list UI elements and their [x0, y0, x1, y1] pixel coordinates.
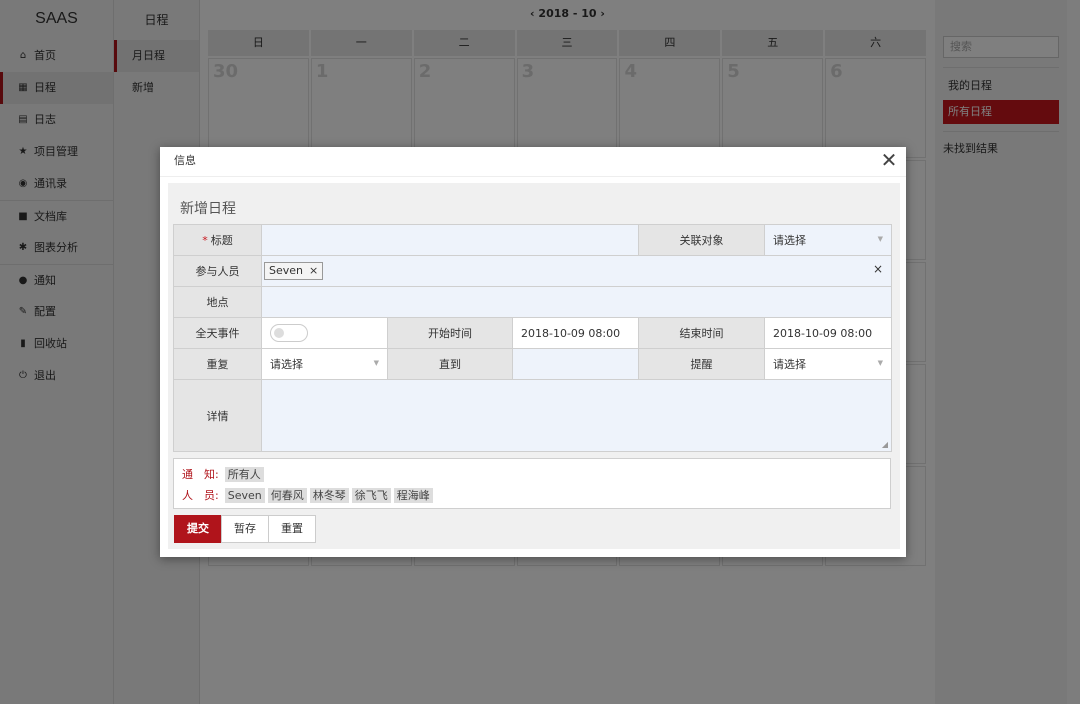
location-input[interactable] — [261, 286, 892, 318]
participants-label: 参与人员 — [173, 255, 262, 287]
related-label: 关联对象 — [638, 224, 765, 256]
person-chip[interactable]: Seven — [224, 488, 265, 503]
remove-tag-icon[interactable]: × — [309, 264, 318, 277]
title-label: * 标题 — [173, 224, 262, 256]
save-draft-button[interactable]: 暂存 — [221, 515, 269, 543]
new-schedule-modal: 信息 ✕ 新增日程 *标题 关联对象 请选择 ▼ 参与人员 Seven × × — [160, 147, 906, 557]
submit-button[interactable]: 提交 — [174, 515, 222, 543]
title-input[interactable] — [261, 224, 639, 256]
notify-line: 通 知: 所有人 — [182, 464, 882, 485]
form-row-details: 详情 ◢ — [173, 379, 892, 452]
participant-tag: Seven × — [264, 262, 324, 280]
people-label: 人 员: — [182, 489, 219, 502]
details-textarea[interactable]: ◢ — [261, 379, 892, 452]
required-mark: * — [202, 234, 208, 247]
repeat-value: 请选择 — [270, 358, 303, 371]
person-chip[interactable]: 程海峰 — [393, 488, 433, 503]
notify-chip[interactable]: 所有人 — [224, 467, 264, 482]
details-label: 详情 — [173, 379, 262, 452]
toggle-knob — [274, 328, 284, 338]
all-day-label: 全天事件 — [173, 317, 262, 349]
resize-handle-icon[interactable]: ◢ — [882, 440, 888, 449]
location-label: 地点 — [173, 286, 262, 318]
related-value: 请选择 — [773, 234, 806, 247]
modal-header: 信息 ✕ — [160, 147, 906, 177]
person-chip[interactable]: 何春风 — [267, 488, 307, 503]
until-input[interactable] — [512, 348, 639, 380]
form-row-participants: 参与人员 Seven × × — [173, 255, 892, 287]
start-time-input[interactable]: 2018-10-09 08:00 — [512, 317, 639, 349]
form-row-repeat: 重复 请选择 ▼ 直到 提醒 请选择 ▼ — [173, 348, 892, 380]
schedule-form: * 标题 关联对象 请选择 ▼ 参与人员 Seven × × 地点 全天事件 开始时间 — [173, 224, 892, 452]
form-actions: 提交 暂存 重置 — [174, 515, 316, 543]
modal-title: 信息 — [174, 154, 196, 167]
form-row-time: 全天事件 开始时间 2018-10-09 08:00 结束时间 2018-10-… — [173, 317, 892, 349]
person-chip[interactable]: 徐飞飞 — [351, 488, 391, 503]
end-label: 结束时间 — [638, 317, 765, 349]
start-label: 开始时间 — [387, 317, 513, 349]
form-row-title: * 标题 关联对象 请选择 ▼ — [173, 224, 892, 256]
people-line: 人 员: Seven 何春风 林冬琴 徐飞飞 程海峰 — [182, 485, 882, 506]
form-title: 新增日程 — [180, 201, 236, 217]
related-select[interactable]: 请选择 ▼ — [764, 224, 892, 256]
participant-tag-label: Seven — [269, 264, 303, 277]
notify-label: 通 知: — [182, 468, 219, 481]
chevron-down-icon: ▼ — [373, 359, 379, 367]
clear-participants-icon[interactable]: × — [873, 262, 883, 276]
reset-button[interactable]: 重置 — [268, 515, 316, 543]
title-label-text: 标题 — [210, 234, 233, 247]
form-row-location: 地点 — [173, 286, 892, 318]
person-chip[interactable]: 林冬琴 — [309, 488, 349, 503]
repeat-select[interactable]: 请选择 ▼ — [261, 348, 388, 380]
all-day-toggle[interactable] — [270, 324, 308, 342]
participants-input[interactable]: Seven × × — [261, 255, 892, 287]
modal-body: 新增日程 * 标题 关联对象 请选择 ▼ 参与人员 Seven × × 地点 全… — [168, 183, 900, 549]
repeat-label: 重复 — [173, 348, 262, 380]
until-label: 直到 — [387, 348, 513, 380]
notify-box: 通 知: 所有人 人 员: Seven 何春风 林冬琴 徐飞飞 程海峰 — [173, 458, 891, 509]
chevron-down-icon: ▼ — [877, 235, 883, 243]
remind-label: 提醒 — [638, 348, 765, 380]
end-time-input[interactable]: 2018-10-09 08:00 — [764, 317, 892, 349]
remind-value: 请选择 — [773, 358, 806, 371]
chevron-down-icon: ▼ — [877, 359, 883, 367]
all-day-cell — [261, 317, 388, 349]
close-icon[interactable]: ✕ — [880, 150, 898, 170]
remind-select[interactable]: 请选择 ▼ — [764, 348, 892, 380]
